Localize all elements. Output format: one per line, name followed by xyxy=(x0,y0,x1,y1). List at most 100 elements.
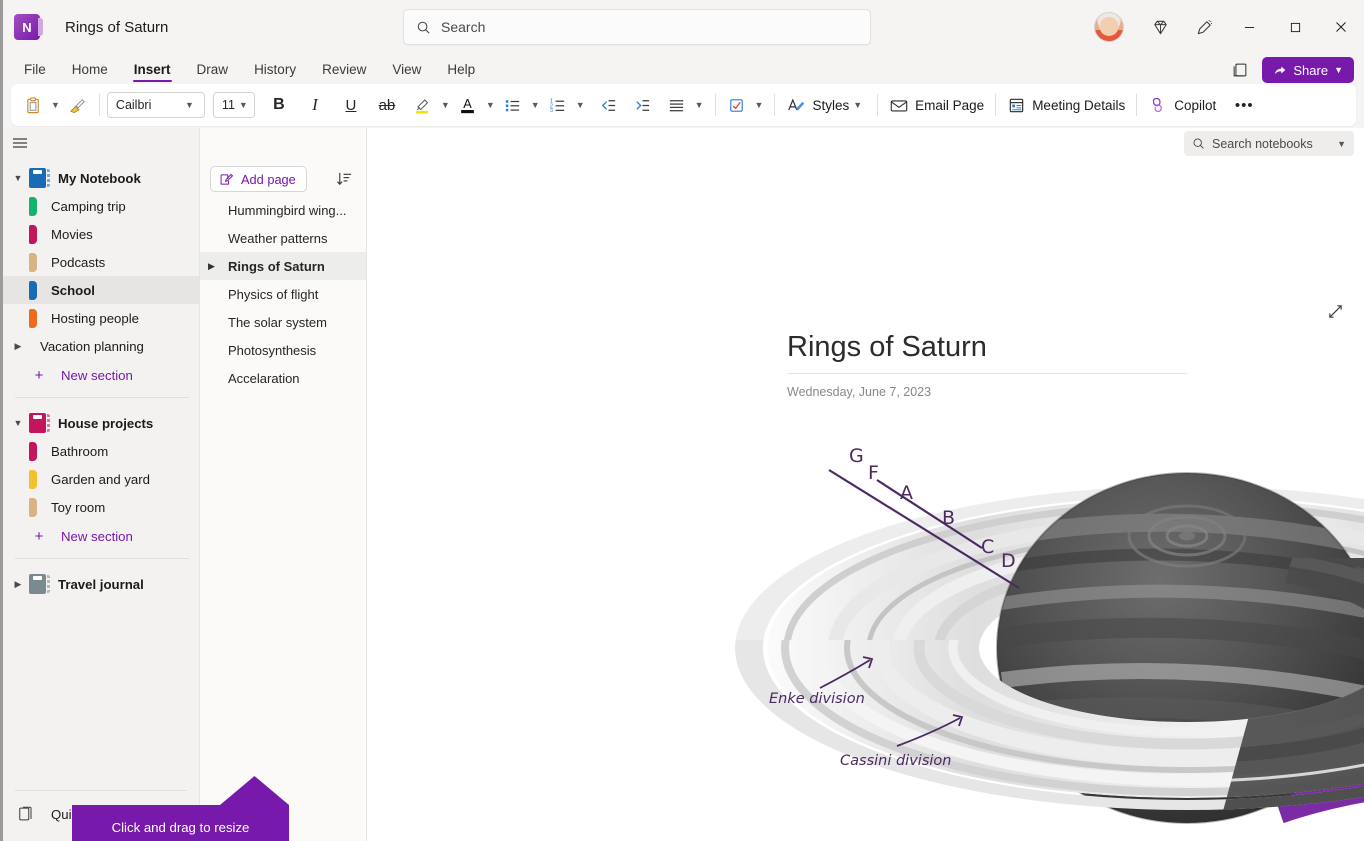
chevron-down-icon: ▼ xyxy=(235,100,252,110)
page-label: Physics of flight xyxy=(228,287,318,302)
expand-page-button[interactable] xyxy=(1324,300,1346,322)
plus-icon: + xyxy=(29,367,49,384)
list-item-selected[interactable]: ▶ Rings of Saturn xyxy=(200,252,366,280)
section-label: Bathroom xyxy=(51,444,108,459)
bullet-list-button[interactable] xyxy=(499,90,527,120)
notebook-house-projects[interactable]: ▼ House projects xyxy=(3,409,199,437)
increase-indent-button[interactable] xyxy=(629,90,657,120)
meeting-details-button[interactable]: Meeting Details xyxy=(1003,90,1129,120)
nav-bar-row: Search notebooks ▼ xyxy=(3,128,1364,158)
chevron-down-icon[interactable]: ▼ xyxy=(7,418,29,428)
notebook-icon xyxy=(29,574,46,594)
page-title[interactable]: Rings of Saturn xyxy=(787,331,987,364)
new-section-button-my-notebook[interactable]: + New section xyxy=(3,360,199,390)
font-color-chevron-down-icon[interactable]: ▼ xyxy=(482,100,499,110)
ring-label-f: F xyxy=(868,462,879,484)
new-section-button-house-projects[interactable]: + New section xyxy=(3,521,199,551)
highlight-chevron-down-icon[interactable]: ▼ xyxy=(437,100,454,110)
sidebar-section-movies[interactable]: Movies xyxy=(3,220,199,248)
list-item[interactable]: Hummingbird wing... xyxy=(200,196,366,224)
page-date[interactable]: Wednesday, June 7, 2023 xyxy=(787,385,931,399)
list-item[interactable]: Photosynthesis xyxy=(200,336,366,364)
sidebar-section-podcasts[interactable]: Podcasts xyxy=(3,248,199,276)
feedback-pen-icon[interactable] xyxy=(1182,7,1226,47)
font-color-button[interactable]: A xyxy=(454,90,482,120)
avatar[interactable] xyxy=(1094,12,1124,42)
format-painter-button[interactable] xyxy=(64,90,92,120)
ring-label-g: G xyxy=(849,445,864,467)
notebook-my-notebook[interactable]: ▼ My Notebook xyxy=(3,164,199,192)
add-page-button[interactable]: Add page xyxy=(210,166,307,192)
maximize-button[interactable] xyxy=(1272,0,1318,54)
align-button[interactable] xyxy=(663,90,691,120)
page-pane-icon[interactable] xyxy=(1226,57,1254,83)
ring-label-a: A xyxy=(900,482,913,504)
search-notebooks-input[interactable]: Search notebooks ▼ xyxy=(1184,131,1354,156)
email-page-button[interactable]: Email Page xyxy=(885,90,988,120)
sidebar-section-garden-and-yard[interactable]: Garden and yard xyxy=(3,465,199,493)
font-family-select[interactable]: Cailbri ▼ xyxy=(107,92,205,118)
more-options-button[interactable]: ••• xyxy=(1230,90,1258,120)
todo-tag-button[interactable] xyxy=(723,90,751,120)
chevron-down-icon[interactable]: ▼ xyxy=(1337,139,1346,149)
copilot-button[interactable]: Copilot xyxy=(1144,90,1220,120)
title-bar: N Rings of Saturn Search xyxy=(3,0,1364,54)
section-color-tab xyxy=(29,281,37,300)
list-item[interactable]: The solar system xyxy=(200,308,366,336)
sidebar-section-school[interactable]: School xyxy=(3,276,199,304)
chevron-right-icon[interactable]: ▶ xyxy=(7,341,29,352)
numbered-list-button[interactable]: 1 2 3 xyxy=(544,90,572,120)
minimize-button[interactable] xyxy=(1226,0,1272,54)
bold-button[interactable]: B xyxy=(265,90,293,120)
tab-file[interactable]: File xyxy=(11,60,59,84)
list-item[interactable]: Accelaration xyxy=(200,364,366,392)
saturn-illustration[interactable]: G F A B C D Enke division xyxy=(732,408,1364,841)
list-item[interactable]: Weather patterns xyxy=(200,224,366,252)
section-label: Toy room xyxy=(51,500,105,515)
styles-button[interactable]: Styles ▼ xyxy=(782,90,870,120)
tab-view[interactable]: View xyxy=(379,60,434,84)
search-box[interactable]: Search xyxy=(403,9,871,45)
decrease-indent-button[interactable] xyxy=(595,90,623,120)
tab-insert[interactable]: Insert xyxy=(121,60,184,84)
font-size-select[interactable]: 11 ▼ xyxy=(213,92,255,118)
underline-button[interactable]: U xyxy=(337,90,365,120)
highlight-button[interactable] xyxy=(409,90,437,120)
page-list-pane: Add page Hummingbird wing... Weather xyxy=(199,128,367,841)
sidebar-section-toy-room[interactable]: Toy room xyxy=(3,493,199,521)
chevron-right-icon[interactable]: ▶ xyxy=(208,261,222,272)
diamond-icon[interactable] xyxy=(1138,7,1182,47)
tab-home[interactable]: Home xyxy=(59,60,121,84)
sidebar-section-camping-trip[interactable]: Camping trip xyxy=(3,192,199,220)
align-chevron-down-icon[interactable]: ▼ xyxy=(691,100,708,110)
paste-chevron-down-icon[interactable]: ▼ xyxy=(47,100,64,110)
chevron-down-icon: ▼ xyxy=(1334,65,1343,75)
tab-draw[interactable]: Draw xyxy=(184,60,242,84)
font-family-value: Cailbri xyxy=(116,98,151,112)
todo-chevron-down-icon[interactable]: ▼ xyxy=(751,100,768,110)
share-button[interactable]: Share ▼ xyxy=(1262,57,1354,83)
strikethrough-button[interactable]: ab xyxy=(373,90,401,120)
chevron-down-icon[interactable]: ▼ xyxy=(7,173,29,183)
numbered-chevron-down-icon[interactable]: ▼ xyxy=(572,100,589,110)
tab-review[interactable]: Review xyxy=(309,60,379,84)
chevron-right-icon[interactable]: ▶ xyxy=(7,579,29,590)
paste-button[interactable] xyxy=(19,90,47,120)
sidebar-section-group-vacation-planning[interactable]: ▶ Vacation planning xyxy=(3,332,199,360)
tab-history[interactable]: History xyxy=(241,60,309,84)
section-color-tab xyxy=(29,470,37,489)
close-button[interactable] xyxy=(1318,0,1364,54)
italic-button[interactable]: I xyxy=(301,90,329,120)
section-color-tab xyxy=(29,253,37,272)
new-section-label: New section xyxy=(61,529,133,544)
notebook-travel-journal[interactable]: ▶ Travel journal xyxy=(3,570,199,598)
sidebar-section-hosting-people[interactable]: Hosting people xyxy=(3,304,199,332)
list-item[interactable]: Physics of flight xyxy=(200,280,366,308)
navigation-menu-icon[interactable] xyxy=(3,136,37,150)
sidebar-section-bathroom[interactable]: Bathroom xyxy=(3,437,199,465)
page-list-header: Add page xyxy=(200,158,366,196)
sort-pages-button[interactable] xyxy=(332,167,356,191)
tab-help[interactable]: Help xyxy=(434,60,488,84)
note-canvas[interactable]: Rings of Saturn Wednesday, June 7, 2023 xyxy=(367,128,1364,841)
bullet-chevron-down-icon[interactable]: ▼ xyxy=(527,100,544,110)
